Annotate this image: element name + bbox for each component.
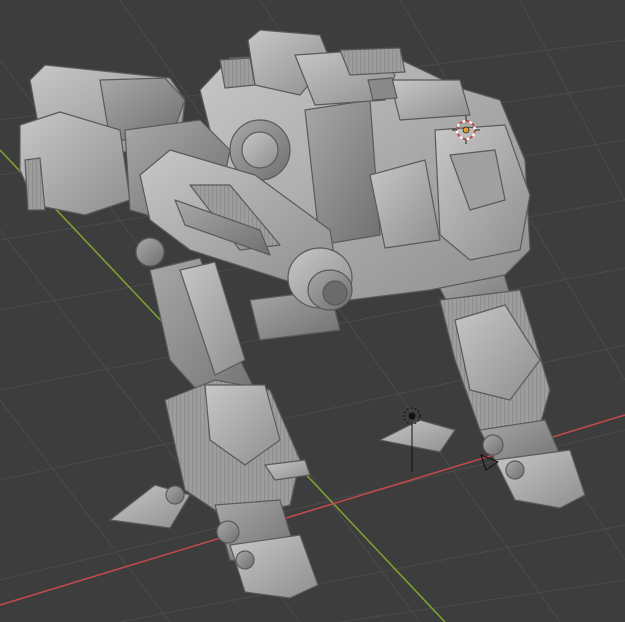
origin-marker-icon[interactable]: [462, 126, 470, 134]
viewport-canvas[interactable]: [0, 0, 625, 622]
right-leg: [379, 259, 586, 509]
3d-viewport[interactable]: [0, 0, 625, 622]
